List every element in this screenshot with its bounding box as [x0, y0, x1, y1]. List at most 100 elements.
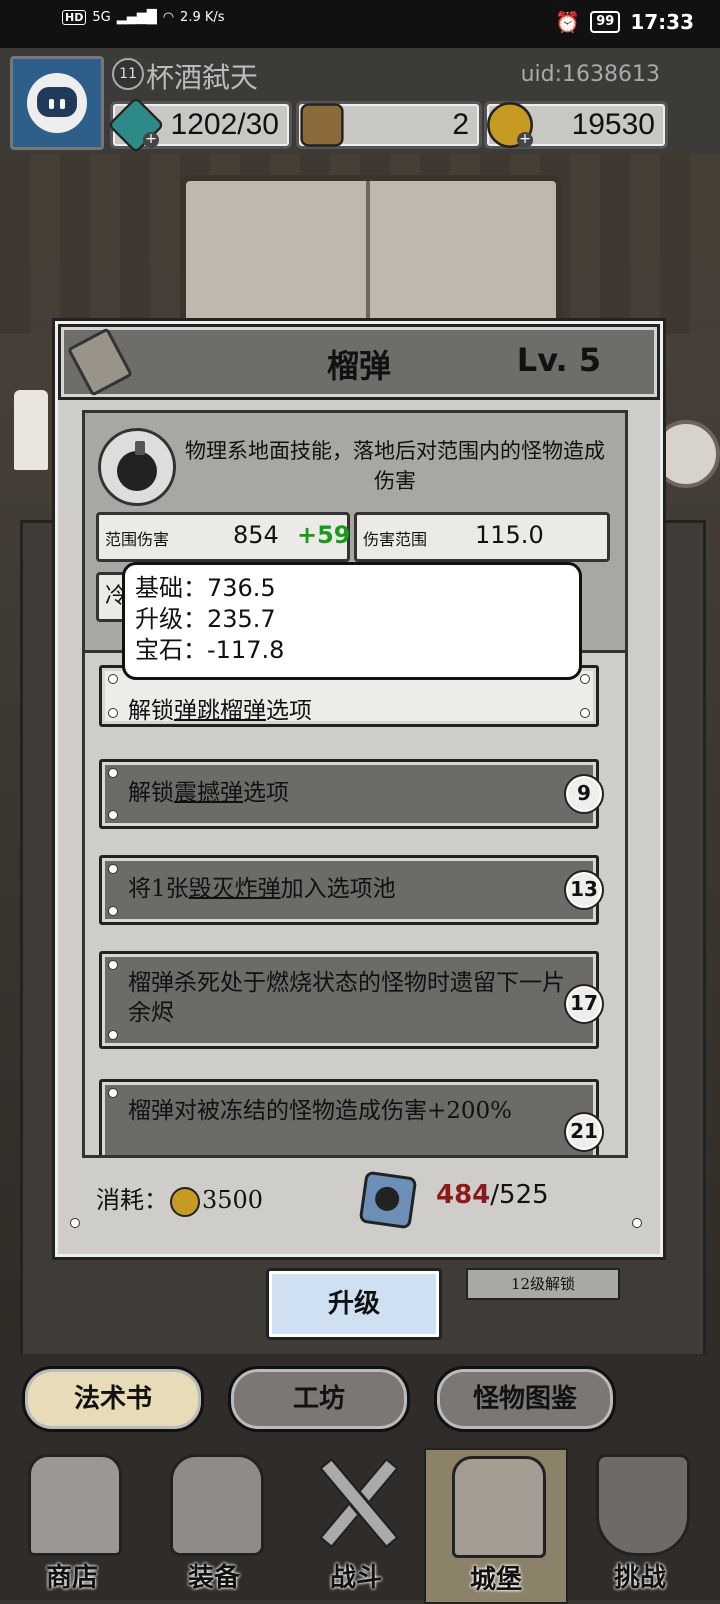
battery-indicator: 99 [590, 11, 621, 33]
shard-bomb-icon [373, 1185, 401, 1213]
status-left: HD 5G ▂▄▆█ ◠ 2.9 K/s [62, 10, 225, 25]
upgrade-cost: 消耗： 3500 [96, 1180, 263, 1217]
rivet-icon [108, 708, 118, 718]
gold-value: 19530 [571, 108, 655, 141]
rivet-icon [108, 810, 118, 820]
rivet-icon [70, 1218, 80, 1228]
gold-counter[interactable]: + 19530 [484, 101, 668, 149]
nav-label: 城堡 [469, 1565, 522, 1595]
nav-label: 商店 [45, 1563, 98, 1593]
rivet-icon [108, 960, 118, 970]
energy-value: 1202/30 [170, 108, 279, 141]
energy-counter[interactable]: + 1202/30 [107, 96, 292, 154]
option-text: 解锁震撼弹选项 [128, 778, 558, 808]
option-link[interactable]: 弹跳榴弹 [174, 698, 266, 724]
nav-label: 装备 [187, 1563, 240, 1593]
option-text: 解锁弹跳榴弹选项 [128, 696, 558, 726]
robot-face-icon [27, 73, 87, 133]
tab-workshop[interactable]: 工坊 [228, 1366, 410, 1432]
nav-castle[interactable]: 城堡 [424, 1448, 568, 1604]
option-text-pre: 将1张 [128, 876, 189, 902]
tooltip-upgrade: 升级：235.7 [135, 605, 276, 633]
player-uid: uid:1638613 [520, 62, 660, 87]
add-energy-icon[interactable]: + [143, 132, 159, 148]
nav-shop[interactable]: 商店 [2, 1448, 142, 1600]
shards-need: /525 [490, 1180, 549, 1210]
skill-description: 物理系地面技能，落地后对范围内的怪物造成伤害 [185, 439, 605, 493]
skill-dialog-header: 榴弹 Lv. 5 [58, 324, 660, 400]
option-link[interactable]: 毁灭炸弹 [189, 876, 281, 902]
upgrade-option[interactable]: 榴弹杀死处于燃烧状态的怪物时遗留下一片余烬 17 [99, 951, 604, 1049]
signal-indicator: 5G [92, 10, 111, 25]
tooltip-gem: 宝石：-117.8 [135, 636, 285, 664]
treasure-chest-icon [300, 103, 344, 147]
alarm-icon: ⏰ [555, 10, 581, 34]
stat-bonus: +59 [297, 521, 351, 549]
eye-right-icon [60, 99, 65, 109]
nav-battle[interactable]: 战斗 [286, 1448, 426, 1600]
tab-spellbook[interactable]: 法术书 [22, 1366, 204, 1432]
stat-damage-range[interactable]: 伤害范围 115.0 [354, 512, 610, 562]
skill-shards-count: 484/525 [436, 1180, 549, 1210]
candle-icon [14, 390, 48, 470]
eye-left-icon [49, 99, 54, 109]
cost-gold: 3500 [202, 1186, 264, 1214]
upgrade-option[interactable]: 解锁震撼弹选项 9 [99, 759, 604, 829]
option-text-pre: 解锁 [128, 698, 174, 724]
item-counter[interactable]: 2 [296, 101, 482, 149]
nav-challenge[interactable]: 挑战 [570, 1448, 710, 1600]
avatar[interactable] [10, 56, 104, 150]
skill-shard-icon [358, 1170, 418, 1230]
backpack-icon [170, 1454, 264, 1556]
unlock-level-badge: 21 [564, 1112, 604, 1152]
network-speed: 2.9 K/s [180, 10, 225, 25]
shop-icon [28, 1454, 122, 1556]
option-text-post: 选项 [266, 698, 312, 724]
stat-value: 854 [233, 521, 279, 549]
stat-label: 伤害范围 [363, 530, 428, 549]
hd-indicator: HD [62, 10, 87, 25]
option-text: 榴弹杀死处于燃烧状态的怪物时遗留下一片余烬 [128, 970, 565, 1026]
rivet-icon [108, 768, 118, 778]
lock-shield-icon [596, 1454, 690, 1556]
unlock-level-badge: 9 [564, 774, 604, 814]
castle-icon [452, 1456, 546, 1558]
bomb-body-icon [117, 451, 157, 491]
stat-area-damage[interactable]: 范围伤害 854 +59 [96, 512, 351, 562]
swords-icon [312, 1454, 400, 1550]
clock: 17:33 [630, 10, 694, 34]
item-value: 2 [452, 108, 469, 141]
skill-level: Lv. 5 [516, 341, 601, 379]
status-right: ⏰ 99 17:33 [555, 10, 694, 34]
upgrade-options-list[interactable]: 解锁弹跳榴弹选项 解锁震撼弹选项 9 将1张毁灭炸弹加入选项池 13 榴弹杀死处… [82, 650, 628, 1158]
stat-label: 范围伤害 [105, 530, 170, 549]
upgrade-option[interactable]: 将1张毁灭炸弹加入选项池 13 [99, 855, 604, 925]
player-level-badge: 11 [112, 58, 144, 90]
rivet-icon [108, 1088, 118, 1098]
option-text: 榴弹对被冻结的怪物造成伤害+200% [128, 1098, 513, 1124]
option-text-post: 加入选项池 [280, 876, 396, 902]
rivet-icon [632, 1218, 642, 1228]
grenade-icon [98, 428, 176, 506]
rivet-icon [108, 864, 118, 874]
signal-bars-icon: ▂▄▆█ [116, 10, 157, 25]
status-bar: HD 5G ▂▄▆█ ◠ 2.9 K/s ⏰ 99 17:33 [0, 0, 720, 48]
upgrade-option[interactable]: 榴弹对被冻结的怪物造成伤害+200% 21 [99, 1079, 604, 1155]
cost-label: 消耗： [96, 1186, 168, 1214]
damage-breakdown-tooltip: 基础：736.5 升级：235.7 宝石：-117.8 [122, 562, 582, 680]
option-link[interactable]: 震撼弹 [174, 780, 243, 806]
unlock-level-badge: 13 [564, 870, 604, 910]
nav-label: 挑战 [613, 1563, 666, 1593]
tab-bestiary[interactable]: 怪物图鉴 [434, 1366, 616, 1432]
nav-equipment[interactable]: 装备 [144, 1448, 284, 1600]
tooltip-base: 基础：736.5 [135, 574, 276, 602]
bomb-fuse-icon [135, 441, 145, 455]
level-lock-note: 12级解锁 [466, 1268, 620, 1300]
upgrade-button[interactable]: 升级 [266, 1268, 442, 1340]
gold-coin-icon [170, 1186, 200, 1217]
option-text-post: 选项 [243, 780, 289, 806]
option-text: 将1张毁灭炸弹加入选项池 [128, 874, 558, 904]
add-gold-icon[interactable]: + [517, 132, 533, 148]
rivet-icon [580, 674, 590, 684]
rivet-icon [108, 906, 118, 916]
